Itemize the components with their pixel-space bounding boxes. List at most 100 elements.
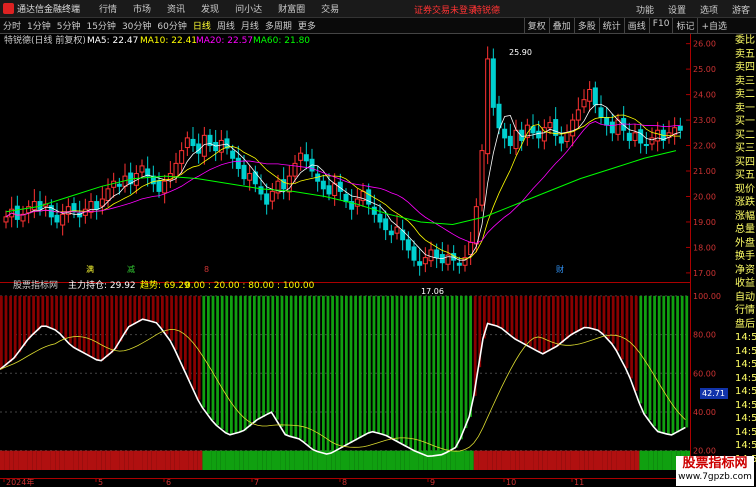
ind-bar-92 bbox=[423, 295, 426, 455]
ind-bar-51 bbox=[234, 295, 238, 434]
ind-bar-116 bbox=[533, 295, 537, 350]
candle-body-10 bbox=[60, 213, 66, 226]
candle-body-72 bbox=[411, 246, 417, 261]
ind-base-95 bbox=[437, 450, 442, 470]
ind-bar-46 bbox=[211, 295, 215, 421]
ind-bar-14 bbox=[64, 295, 68, 339]
ind-base-35 bbox=[161, 450, 166, 470]
ind-bar-38 bbox=[174, 295, 178, 350]
ind-base-78 bbox=[358, 450, 364, 470]
ind-base-121 bbox=[556, 450, 562, 470]
price-tick-label-9: 26.00 bbox=[693, 40, 716, 49]
ind-bar-19 bbox=[87, 295, 91, 355]
ind-bar-102 bbox=[469, 295, 472, 417]
candle-body-84 bbox=[479, 150, 485, 206]
ind-bar-81 bbox=[372, 295, 376, 432]
ind-bar-33 bbox=[151, 295, 155, 322]
candle-body-24 bbox=[139, 165, 145, 173]
x-label-2: 6 bbox=[166, 478, 171, 487]
ma-lines bbox=[5, 103, 681, 261]
ind-bar-40 bbox=[184, 295, 187, 370]
ind-base-42 bbox=[193, 450, 198, 470]
ind-base-48 bbox=[220, 450, 226, 470]
ind-bar-135 bbox=[621, 295, 624, 360]
ind-base-114 bbox=[524, 450, 529, 470]
ind-bar-110 bbox=[506, 295, 509, 332]
ind-bar-73 bbox=[335, 295, 339, 451]
ind-base-112 bbox=[515, 450, 520, 470]
candle-body-80 bbox=[456, 262, 462, 266]
tag-b: 减 bbox=[127, 264, 135, 274]
ind-bar-63 bbox=[289, 295, 293, 437]
ma20-line bbox=[5, 121, 681, 244]
ind-bar-34 bbox=[156, 295, 160, 323]
ind-base-104 bbox=[478, 450, 483, 470]
ind-bar-88 bbox=[404, 295, 408, 446]
side-label-17: 净资 bbox=[735, 264, 755, 276]
ind-base-55 bbox=[253, 450, 258, 470]
ind-base-107 bbox=[492, 450, 497, 470]
ind-base-77 bbox=[354, 450, 359, 470]
ind-base-43 bbox=[197, 450, 203, 470]
ind-base-53 bbox=[243, 450, 249, 470]
ind-bar-37 bbox=[170, 295, 173, 341]
candle-body-18 bbox=[105, 188, 111, 202]
ind-base-8 bbox=[36, 450, 42, 470]
ind-base-101 bbox=[464, 450, 470, 470]
current-value: 42.71 bbox=[702, 389, 725, 398]
ind-bar-86 bbox=[395, 295, 399, 441]
side-label-1: 卖五 bbox=[735, 48, 755, 60]
kline-chart[interactable]: 17.00 18.00 19.00 20.00 21.00 22.00 23.00 24.00… bbox=[0, 0, 756, 487]
ind-bar-52 bbox=[239, 295, 242, 433]
ind-bar-141 bbox=[648, 295, 652, 421]
ind-base-20 bbox=[92, 450, 97, 470]
ind-base-142 bbox=[653, 450, 658, 470]
ind-base-65 bbox=[299, 450, 304, 470]
ind-bar-18 bbox=[82, 295, 86, 353]
candle-body-2 bbox=[14, 205, 20, 220]
ind-tick-label-2: 60.00 bbox=[693, 369, 716, 378]
ind-base-62 bbox=[285, 450, 290, 470]
candle-body-31 bbox=[179, 150, 185, 164]
ind-bar-128 bbox=[588, 295, 592, 328]
ind-base-87 bbox=[400, 450, 405, 470]
side-label-5: 卖一 bbox=[735, 102, 755, 114]
ind-base-82 bbox=[377, 450, 382, 470]
ind-base-134 bbox=[616, 450, 621, 470]
ind-bar-140 bbox=[644, 295, 647, 414]
ind-base-67 bbox=[308, 450, 313, 470]
ind-base-119 bbox=[547, 450, 552, 470]
candle-body-68 bbox=[388, 230, 394, 236]
ind-base-100 bbox=[460, 450, 465, 470]
ind-bar-42 bbox=[193, 295, 196, 390]
ind-base-115 bbox=[529, 450, 534, 470]
side-label-3: 卖三 bbox=[735, 75, 755, 87]
ind-bar-72 bbox=[331, 295, 334, 454]
tag-d: 财 bbox=[556, 264, 564, 274]
ind-bar-27 bbox=[124, 295, 127, 334]
ind-bar-30 bbox=[138, 295, 141, 322]
ind-bar-130 bbox=[598, 295, 601, 331]
ind-base-105 bbox=[483, 450, 488, 470]
ind-base-60 bbox=[276, 450, 281, 470]
ind-bar-80 bbox=[368, 295, 371, 434]
candle-body-112 bbox=[638, 129, 644, 144]
ind-base-88 bbox=[404, 450, 410, 470]
ind-bar-66 bbox=[303, 295, 307, 443]
ind-base-94 bbox=[432, 450, 437, 470]
ind-base-74 bbox=[340, 450, 345, 470]
ind-bar-106 bbox=[487, 295, 491, 324]
ind-base-24 bbox=[110, 450, 115, 470]
ind-bar-113 bbox=[519, 295, 523, 342]
ind-base-32 bbox=[147, 450, 152, 470]
ind-base-54 bbox=[248, 450, 253, 470]
trend-label: 趋势: 69.29 bbox=[140, 279, 190, 291]
candle-body-98 bbox=[558, 136, 564, 144]
candle-body-75 bbox=[428, 249, 434, 262]
ind-bar-3 bbox=[13, 295, 17, 359]
ind-bar-16 bbox=[73, 295, 77, 348]
x-label-3: 7 bbox=[254, 478, 259, 487]
ind-bar-123 bbox=[565, 295, 569, 339]
ind-base-22 bbox=[101, 450, 106, 470]
ind-bar-133 bbox=[611, 295, 615, 344]
